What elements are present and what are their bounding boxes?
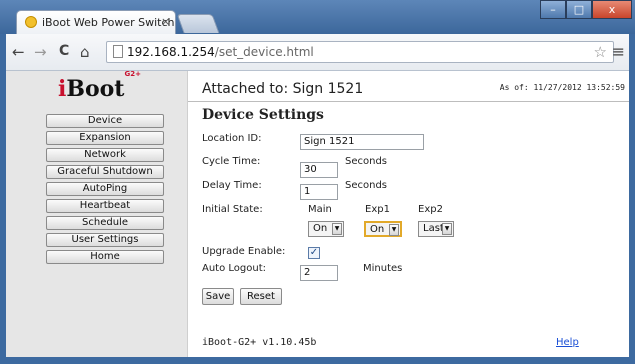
delay-time-label: Delay Time: [202, 180, 262, 191]
minimize-button[interactable]: – [540, 0, 566, 19]
browser-tab[interactable]: iBoot Web Power Switch × [16, 10, 176, 34]
as-of-timestamp: As of: 11/27/2012 13:52:59 [499, 83, 625, 92]
sidebar: iBootG2+ Device Expansion Network Gracef… [6, 70, 188, 357]
title-bar: iBoot Web Power Switch × – □ x [0, 0, 635, 34]
main-state-select[interactable]: On ▼ [308, 221, 344, 237]
auto-logout-unit: Minutes [363, 263, 403, 274]
chevron-down-icon: ▼ [389, 224, 399, 236]
nav-button-user-settings[interactable]: User Settings [46, 233, 164, 247]
back-icon[interactable]: ← [12, 43, 25, 61]
browser-window: iBoot Web Power Switch × – □ x ← → C ⌂ 1… [0, 0, 635, 364]
cycle-time-label: Cycle Time: [202, 156, 261, 167]
version-label: iBoot-G2+ v1.10.45b [202, 337, 317, 348]
address-bar[interactable]: 192.168.1.254/set_device.html ☆ [106, 41, 614, 63]
header-divider [188, 101, 629, 102]
menu-icon[interactable]: ≡ [612, 42, 625, 61]
browser-toolbar: ← → C ⌂ 192.168.1.254/set_device.html ☆ … [6, 34, 629, 71]
logo-sup: G2+ [124, 69, 141, 78]
initial-state-label: Initial State: [202, 204, 263, 215]
column-main: Main [308, 204, 332, 215]
favicon-icon [25, 16, 37, 28]
chevron-down-icon: ▼ [442, 223, 452, 235]
exp2-state-value: Last [423, 223, 444, 234]
nav-button-autoping[interactable]: AutoPing [46, 182, 164, 196]
window-controls: – □ x [540, 0, 632, 20]
exp1-state-select[interactable]: On ▼ [364, 221, 402, 237]
nav-button-expansion[interactable]: Expansion [46, 131, 164, 145]
exp2-state-select[interactable]: Last ▼ [418, 221, 454, 237]
page-content: iBootG2+ Device Expansion Network Gracef… [6, 70, 629, 357]
iboot-logo: iBootG2+ [58, 70, 141, 106]
nav-button-device[interactable]: Device [46, 114, 164, 128]
nav-button-network[interactable]: Network [46, 148, 164, 162]
upgrade-enable-label: Upgrade Enable: [202, 246, 286, 257]
cycle-time-unit: Seconds [345, 156, 388, 167]
page-title: Device Settings [202, 107, 324, 123]
nav-button-home[interactable]: Home [46, 250, 164, 264]
tab-close-icon[interactable]: × [161, 15, 170, 28]
bookmark-star-icon[interactable]: ☆ [594, 43, 607, 61]
reset-button[interactable]: Reset [240, 288, 282, 305]
auto-logout-label: Auto Logout: [202, 263, 267, 274]
maximize-button[interactable]: □ [566, 0, 592, 19]
location-id-input[interactable]: Sign 1521 [300, 134, 424, 150]
exp1-state-value: On [370, 224, 385, 235]
auto-logout-input[interactable]: 2 [300, 265, 338, 281]
delay-time-input[interactable]: 1 [300, 184, 338, 200]
upgrade-enable-checkbox[interactable]: ✓ [308, 247, 320, 259]
column-exp2: Exp2 [418, 204, 443, 215]
nav-button-schedule[interactable]: Schedule [46, 216, 164, 230]
nav-button-graceful-shutdown[interactable]: Graceful Shutdown [46, 165, 164, 179]
home-icon[interactable]: ⌂ [80, 43, 90, 61]
tab-title: iBoot Web Power Switch [42, 16, 175, 29]
delay-time-unit: Seconds [345, 180, 388, 191]
main-state-value: On [313, 223, 328, 234]
column-exp1: Exp1 [365, 204, 390, 215]
reload-icon[interactable]: C [59, 43, 69, 59]
logo-text: Boot [66, 76, 125, 102]
page-icon [113, 45, 123, 58]
cycle-time-input[interactable]: 30 [300, 162, 338, 178]
help-link[interactable]: Help [556, 337, 579, 348]
url-host: 192.168.1.254 [127, 45, 215, 59]
location-label: Location ID: [202, 133, 262, 144]
main-panel: Attached to: Sign 1521 As of: 11/27/2012… [188, 71, 629, 357]
url-text: 192.168.1.254/set_device.html [127, 45, 314, 59]
url-path: /set_device.html [214, 45, 314, 59]
attached-to-label: Attached to: Sign 1521 [202, 81, 364, 97]
new-tab-button[interactable] [176, 14, 220, 33]
forward-icon[interactable]: → [34, 43, 47, 61]
save-button[interactable]: Save [202, 288, 234, 305]
chevron-down-icon: ▼ [332, 223, 342, 235]
close-button[interactable]: x [592, 0, 632, 19]
nav-button-heartbeat[interactable]: Heartbeat [46, 199, 164, 213]
